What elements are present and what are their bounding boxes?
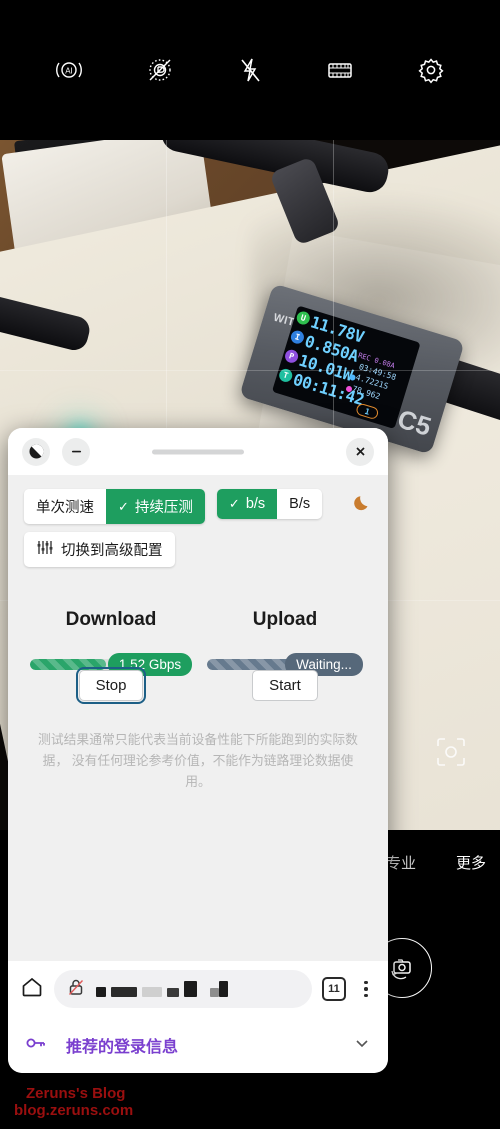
login-suggestion-label: 推荐的登录信息 (66, 1039, 179, 1056)
ai-scene-icon[interactable]: AI (49, 50, 89, 90)
login-suggestion-bar[interactable]: 推荐的登录信息 (8, 1017, 388, 1073)
mode-continuous-test-label: 持续压测 (134, 500, 193, 516)
download-progress-fill (29, 659, 106, 670)
download-title: Download (65, 609, 157, 630)
grid-line-horizontal-1 (0, 370, 500, 371)
upload-progress-fill (207, 659, 294, 670)
meter-badge-i: I (289, 329, 306, 346)
watermark-line-2: blog.zeruns.com (14, 1101, 134, 1119)
browser-bottom-bar: 11 (8, 961, 388, 1017)
meter-badge-u: U (295, 309, 312, 327)
focus-reticle-icon[interactable] (434, 735, 468, 769)
download-progress-bar (29, 659, 116, 670)
camera-top-toolbar: AI (0, 0, 500, 140)
mode-single-test-option[interactable]: ✓ 单次测速 (24, 489, 106, 524)
upload-start-button[interactable]: Start (252, 670, 318, 701)
watermark: Zeruns's Blog blog.zeruns.com (14, 1085, 133, 1120)
camera-mode-pro[interactable]: 专业 (386, 852, 416, 873)
test-mode-segmented-control: ✓ 单次测速 ✓ 持续压测 (24, 489, 205, 524)
advanced-config-label: 切换到高级配置 (61, 543, 163, 559)
home-icon[interactable] (20, 975, 44, 1004)
unit-bytes-option[interactable]: ✓ B/s (277, 489, 323, 519)
flash-off-icon[interactable] (230, 50, 270, 90)
mode-single-test-label: 单次测速 (36, 500, 94, 516)
upload-progress-bar (207, 659, 294, 670)
meter-badge-p: P (283, 348, 300, 365)
meter-port-indicator: 1 (355, 402, 380, 421)
mode-continuous-test-option[interactable]: ✓ 持续压测 (106, 489, 205, 524)
minus-icon (71, 450, 81, 453)
panel-drag-handle[interactable] (152, 449, 244, 454)
upload-title: Upload (252, 609, 318, 630)
unit-bits-option[interactable]: ✓ b/s (216, 489, 278, 519)
settings-gear-icon[interactable] (411, 50, 451, 90)
advanced-config-button[interactable]: 切换到高级配置 (24, 532, 175, 567)
contrast-icon (29, 444, 43, 459)
watermark-line-1: Zeruns's Blog (26, 1084, 126, 1102)
download-stop-button[interactable]: Stop (75, 667, 147, 704)
download-column: Download 1.52 Gbps Stop (24, 609, 198, 704)
omnibox[interactable] (54, 970, 312, 1008)
phone-screen: AI C5 U I P T 11.78V 0.850A 10.01W 00:11… (0, 0, 500, 1129)
close-button[interactable] (346, 437, 374, 466)
check-icon-continuous: ✓ (118, 498, 129, 514)
options-row: ✓ 单次测速 ✓ 持续压测 ✓ b/s ✓ B/s (24, 489, 372, 524)
sliders-icon (36, 539, 53, 560)
unit-bits-label: b/s (245, 496, 266, 512)
disclaimer-text: 测试结果通常只能代表当前设备性能下所能跑到的实际数据， 没有任何理论参考价值，不… (38, 732, 358, 790)
contrast-toggle-button[interactable] (22, 437, 50, 466)
unit-bytes-label: B/s (289, 496, 311, 512)
camera-mode-more[interactable]: 更多 (456, 852, 486, 873)
film-filter-icon[interactable] (320, 50, 360, 90)
svg-text:AI: AI (65, 67, 73, 76)
tab-counter[interactable]: 11 (322, 977, 346, 1001)
lock-crossed-icon[interactable] (66, 977, 86, 1002)
unit-segmented-control: ✓ b/s ✓ B/s (216, 489, 323, 519)
url-redacted (96, 981, 228, 997)
speedtest-floating-panel: ✓ 单次测速 ✓ 持续压测 ✓ b/s ✓ B/s (8, 428, 388, 1073)
watermark-off-icon[interactable] (140, 50, 180, 90)
upload-column: Upload Waiting... Start (198, 609, 372, 701)
close-icon (355, 447, 365, 456)
kebab-menu-icon[interactable] (356, 980, 376, 998)
minimize-button[interactable] (62, 437, 90, 466)
chevron-down-icon[interactable] (352, 1033, 372, 1058)
speed-results-row: Download 1.52 Gbps Stop Upload Waiting..… (24, 609, 372, 704)
check-icon-bits: ✓ (228, 496, 240, 511)
meter-display: U I P T 11.78V 0.850A 10.01W 00:11:42 RE… (271, 305, 421, 429)
panel-header (8, 428, 388, 475)
key-icon (24, 1031, 48, 1060)
moon-icon[interactable] (352, 489, 372, 519)
